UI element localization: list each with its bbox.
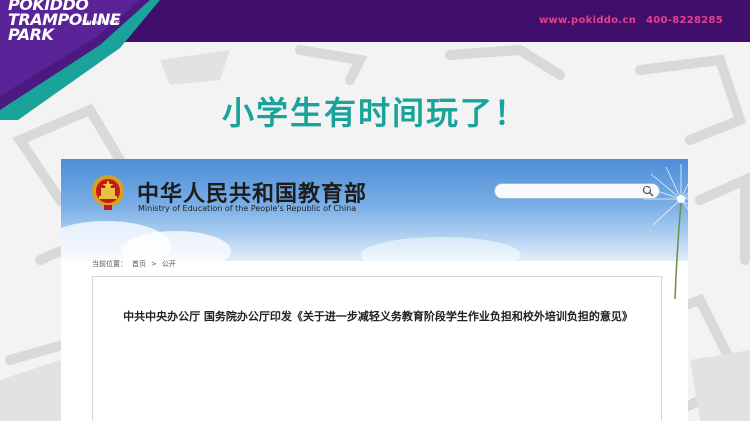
breadcrumb-home[interactable]: 首页: [132, 260, 146, 268]
ministry-website-screenshot: 中华人民共和国教育部 Ministry of Education of the …: [61, 159, 688, 421]
ministry-title-en: Ministry of Education of the People's Re…: [138, 204, 357, 213]
breadcrumb: 当前位置： 首页 > 公开: [92, 259, 181, 269]
breadcrumb-public[interactable]: 公开: [162, 260, 176, 268]
breadcrumb-label: 当前位置：: [92, 260, 127, 268]
slide-headline: 小学生有时间玩了！: [221, 94, 528, 132]
logo-line-3: PARK: [8, 25, 54, 44]
breadcrumb-separator: >: [151, 260, 157, 268]
article-title: 中共中央办公厅 国务院办公厅印发《关于进一步减轻义务教育阶段学生作业负担和校外培…: [123, 310, 633, 323]
logo-tagline: TOUCH THE SKY!: [82, 20, 120, 25]
national-emblem-icon: [92, 175, 124, 210]
cloud-decoration: [361, 237, 521, 273]
website-link[interactable]: www.pokiddo.cn: [539, 15, 636, 26]
article-panel: 中共中央办公厅 国务院办公厅印发《关于进一步减轻义务教育阶段学生作业负担和校外培…: [92, 276, 662, 421]
phone-number: 400-8228285: [645, 15, 723, 26]
contact-info: www.pokiddo.cn 400-8228285: [533, 15, 723, 26]
site-header: 中华人民共和国教育部 Ministry of Education of the …: [61, 159, 688, 299]
